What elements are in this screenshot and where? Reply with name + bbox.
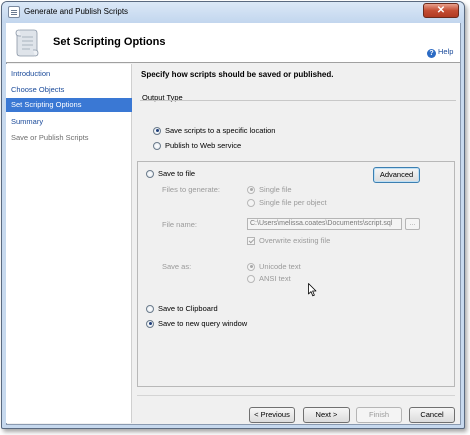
wizard-sidebar: Introduction Choose Objects Set Scriptin… [6, 64, 132, 423]
radio-dot[interactable] [247, 198, 255, 207]
checkbox-label: Overwrite existing file [259, 236, 331, 245]
wizard-header: Set Scripting Options [6, 23, 460, 63]
page-title: Set Scripting Options [53, 36, 166, 48]
close-button[interactable]: ✕ [423, 3, 459, 18]
radio-save-to-file[interactable]: Save to file [146, 169, 195, 178]
radio-label: Save to file [158, 169, 196, 178]
radio-single-file[interactable]: Single file [247, 185, 292, 194]
footer-divider [137, 395, 455, 396]
radio-dot[interactable] [146, 169, 154, 178]
sidebar-item-save-or-publish: Save or Publish Scripts [11, 133, 89, 142]
cancel-button[interactable]: Cancel [409, 407, 455, 423]
radio-unicode-text[interactable]: Unicode text [247, 262, 301, 271]
radio-ansi-text[interactable]: ANSI text [247, 274, 291, 283]
file-name-input[interactable]: C:\Users\melissa.coates\Documents\script… [247, 218, 402, 230]
checkbox-box[interactable] [247, 236, 255, 245]
sidebar-item-introduction[interactable]: Introduction [6, 67, 132, 81]
scroll-icon [15, 29, 39, 57]
radio-label: Unicode text [259, 262, 301, 271]
next-button[interactable]: Next > [303, 407, 350, 423]
radio-dot[interactable] [153, 141, 161, 150]
window-title: Generate and Publish Scripts [24, 7, 129, 16]
radio-label: Save to Clipboard [158, 304, 218, 313]
radio-dot[interactable] [153, 126, 161, 135]
radio-dot[interactable] [247, 274, 255, 283]
radio-save-to-clipboard[interactable]: Save to Clipboard [146, 304, 218, 313]
radio-publish-web-service[interactable]: Publish to Web service [153, 141, 241, 150]
radio-label: Single file per object [259, 198, 327, 207]
help-label: Help [438, 47, 454, 56]
radio-dot[interactable] [247, 185, 255, 194]
sidebar-item-set-scripting-options[interactable]: Set Scripting Options [6, 98, 132, 112]
radio-label: ANSI text [259, 274, 291, 283]
save-options-panel [137, 161, 455, 387]
sidebar-item-summary[interactable]: Summary [6, 115, 132, 129]
radio-label: Publish to Web service [165, 141, 242, 150]
radio-dot[interactable] [247, 262, 255, 271]
file-name-label: File name: [162, 220, 198, 229]
instruction-text: Specify how scripts should be saved or p… [141, 70, 334, 79]
app-icon [8, 6, 20, 18]
radio-save-to-location[interactable]: Save scripts to a specific location [153, 126, 275, 135]
radio-label: Save to new query window [158, 319, 248, 328]
output-type-divider [140, 100, 456, 101]
save-as-label: Save as: [162, 262, 192, 271]
radio-dot[interactable] [146, 319, 154, 328]
radio-dot[interactable] [146, 304, 154, 313]
finish-button[interactable]: Finish [356, 407, 402, 423]
help-link[interactable]: ? Help [427, 47, 453, 58]
overwrite-checkbox[interactable]: Overwrite existing file [247, 236, 330, 245]
mouse-cursor-icon [308, 283, 317, 297]
radio-label: Save scripts to a specific location [165, 126, 276, 135]
files-to-generate-label: Files to generate: [162, 185, 220, 194]
browse-button[interactable]: ... [405, 218, 420, 230]
radio-single-file-per-object[interactable]: Single file per object [247, 198, 327, 207]
title-bar[interactable]: Generate and Publish Scripts ✕ [2, 2, 464, 23]
radio-save-to-query-window[interactable]: Save to new query window [146, 319, 247, 328]
sidebar-item-choose-objects[interactable]: Choose Objects [6, 83, 132, 97]
help-icon: ? [427, 49, 436, 58]
radio-label: Single file [259, 185, 292, 194]
advanced-button[interactable]: Advanced [373, 167, 420, 183]
previous-button[interactable]: < Previous [249, 407, 295, 423]
